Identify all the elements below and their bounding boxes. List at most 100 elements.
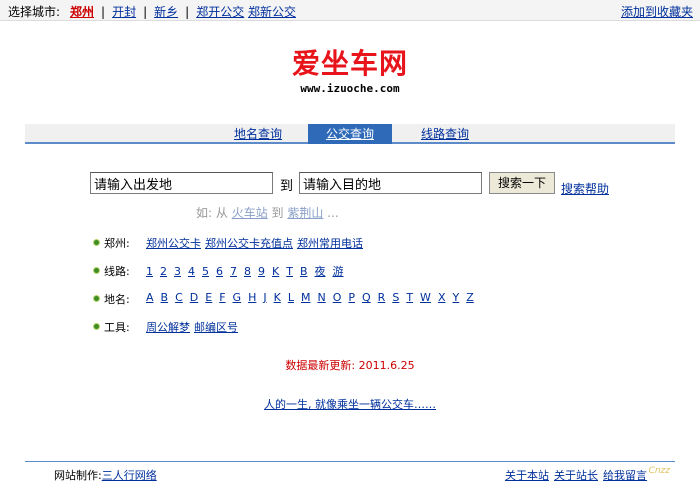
place-letter-link[interactable]: W	[420, 291, 431, 304]
search-form: 到 搜索一下 搜索帮助	[0, 172, 700, 196]
place-letter-link[interactable]: X	[438, 291, 446, 304]
place-letter-link[interactable]: P	[348, 291, 355, 304]
last-update-text: 数据最新更新: 2011.6.25	[285, 359, 415, 372]
place-letter-link[interactable]: F	[219, 291, 225, 304]
city-link-zhengxin-bus[interactable]: 郑新公交	[248, 5, 296, 19]
search-tabs: 地名查询 公交查询 线路查询	[25, 124, 675, 144]
tab-bus-search[interactable]: 公交查询	[308, 124, 392, 144]
place-letter-link[interactable]: M	[301, 291, 311, 304]
zhengzhou-link[interactable]: 郑州公交卡	[146, 237, 201, 250]
line-link[interactable]: 夜	[315, 265, 326, 278]
destination-input[interactable]	[299, 172, 482, 194]
example-prefix: 如: 从	[196, 206, 228, 220]
places-label: 地名:	[104, 293, 130, 306]
search-example: 如: 从 火车站 到 紫荆山 ...	[196, 204, 339, 221]
site-logo: 爱坐车网 www.izuoche.com	[0, 47, 700, 96]
example-suffix: ...	[327, 206, 339, 220]
to-label: 到	[280, 179, 294, 194]
city-bar: 选择城市: 郑州 | 开封 | 新乡 | 郑开公交 郑新公交 添加到收藏夹	[0, 0, 700, 21]
bullet-icon	[93, 267, 100, 274]
place-letter-link[interactable]: O	[333, 291, 342, 304]
city-link-kaifeng[interactable]: 开封	[112, 5, 136, 19]
tool-link[interactable]: 邮编区号	[194, 321, 238, 334]
credit-label: 网站制作:	[54, 469, 102, 482]
credit-link[interactable]: 三人行网络	[102, 469, 157, 482]
line-link[interactable]: 8	[244, 265, 251, 278]
motto-link-wrap: 人的一生, 就像乘坐一辆公交车……	[0, 396, 700, 412]
tab-line-search[interactable]: 线路查询	[415, 124, 475, 144]
line-link[interactable]: 7	[230, 265, 237, 278]
logo-url: www.izuoche.com	[300, 82, 400, 95]
place-letter-link[interactable]: C	[175, 291, 183, 304]
add-favorite-link[interactable]: 添加到收藏夹	[621, 3, 693, 20]
line-link[interactable]: 2	[160, 265, 167, 278]
place-letter-link[interactable]: T	[406, 291, 413, 304]
line-link[interactable]: 游	[333, 265, 344, 278]
place-letter-link[interactable]: L	[288, 291, 294, 304]
place-letter-link[interactable]: K	[274, 291, 281, 304]
place-letter-link[interactable]: B	[161, 291, 169, 304]
search-button[interactable]: 搜索一下	[489, 172, 555, 194]
lines-label: 线路:	[104, 265, 130, 278]
bullet-icon	[93, 295, 100, 302]
tab-place-search-label[interactable]: 地名查询	[234, 127, 282, 141]
origin-input[interactable]	[90, 172, 273, 194]
about-site-link[interactable]: 关于本站	[505, 469, 549, 482]
place-letter-link[interactable]: G	[233, 291, 242, 304]
logo-title: 爱坐车网	[291, 47, 408, 80]
place-letter-link[interactable]: R	[378, 291, 386, 304]
line-link[interactable]: T	[286, 265, 293, 278]
tool-link[interactable]: 周公解梦	[146, 321, 190, 334]
place-letter-link[interactable]: N	[317, 291, 325, 304]
city-list: 郑州 | 开封 | 新乡 | 郑开公交 郑新公交	[70, 3, 296, 20]
place-letter-link[interactable]: A	[146, 291, 154, 304]
line-link[interactable]: 9	[258, 265, 265, 278]
tool-links: 周公解梦 邮编区号	[146, 319, 242, 335]
place-letter-link[interactable]: Y	[452, 291, 459, 304]
guestbook-link[interactable]: 给我留言	[603, 469, 647, 482]
line-link[interactable]: 1	[146, 265, 153, 278]
search-help-link[interactable]: 搜索帮助	[561, 180, 609, 197]
city-separator: |	[185, 5, 190, 19]
line-link[interactable]: 4	[188, 265, 195, 278]
city-link-zhengkai-bus[interactable]: 郑开公交	[196, 5, 244, 19]
place-letter-links: ABCDEFGHJKLMNOPQRSTWXYZ	[146, 291, 481, 304]
bullet-icon	[93, 323, 100, 330]
city-separator: |	[143, 5, 148, 19]
zhengzhou-link[interactable]: 郑州常用电话	[297, 237, 363, 250]
tab-bus-search-label[interactable]: 公交查询	[326, 127, 374, 141]
tab-line-search-label[interactable]: 线路查询	[421, 127, 469, 141]
zhengzhou-links: 郑州公交卡 郑州公交卡充值点 郑州常用电话	[146, 235, 367, 251]
line-link[interactable]: 3	[174, 265, 181, 278]
city-link-xinxiang[interactable]: 新乡	[154, 5, 178, 19]
place-letter-link[interactable]: J	[263, 291, 266, 304]
zhengzhou-link[interactable]: 郑州公交卡充值点	[205, 237, 293, 250]
place-letter-link[interactable]: S	[392, 291, 399, 304]
example-to-link[interactable]: 紫荆山	[287, 206, 323, 220]
zhengzhou-row: 郑州: 郑州公交卡 郑州公交卡充值点 郑州常用电话	[93, 235, 363, 251]
motto-link[interactable]: 人的一生, 就像乘坐一辆公交车……	[264, 398, 436, 411]
example-from-link[interactable]: 火车站	[232, 206, 268, 220]
zhengzhou-label: 郑州:	[104, 237, 130, 250]
places-row: 地名: ABCDEFGHJKLMNOPQRSTWXYZ	[93, 291, 474, 307]
bullet-icon	[93, 239, 100, 246]
place-letter-link[interactable]: Q	[362, 291, 371, 304]
tab-place-search[interactable]: 地名查询	[228, 124, 288, 144]
place-letter-link[interactable]: Z	[466, 291, 474, 304]
city-select-label: 选择城市:	[8, 5, 61, 19]
place-letter-link[interactable]: D	[190, 291, 198, 304]
about-owner-link[interactable]: 关于站长	[554, 469, 598, 482]
line-link[interactable]: B	[300, 265, 308, 278]
lines-row: 线路: 123456789KTB夜游	[93, 263, 344, 279]
line-link[interactable]: 5	[202, 265, 209, 278]
footer-links: 关于本站 关于站长 给我留言	[500, 467, 647, 483]
tools-label: 工具:	[104, 321, 130, 334]
footer: 网站制作:三人行网络 关于本站 关于站长 给我留言 Cnzz	[25, 461, 675, 485]
tools-row: 工具: 周公解梦 邮编区号	[93, 319, 238, 335]
line-link[interactable]: K	[272, 265, 279, 278]
city-link-zhengzhou[interactable]: 郑州	[70, 5, 94, 19]
site-credit: 网站制作:三人行网络	[54, 467, 157, 483]
place-letter-link[interactable]: H	[248, 291, 256, 304]
place-letter-link[interactable]: E	[205, 291, 212, 304]
line-link[interactable]: 6	[216, 265, 223, 278]
